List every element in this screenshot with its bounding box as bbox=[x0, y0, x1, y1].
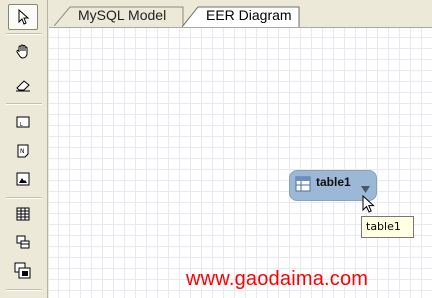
hand-icon bbox=[15, 43, 31, 59]
view-tool-button[interactable] bbox=[8, 229, 38, 255]
svg-text:N: N bbox=[20, 148, 25, 155]
watermark-text: www.gaodaima.com bbox=[186, 268, 369, 290]
table-icon bbox=[295, 176, 311, 196]
image-tool-button[interactable] bbox=[8, 166, 38, 192]
hand-tool-button[interactable] bbox=[8, 38, 38, 64]
tool-palette: L N bbox=[0, 0, 48, 298]
table-name: table1 bbox=[316, 175, 351, 189]
tab-label: EER Diagram bbox=[206, 7, 292, 23]
layer-tool-button[interactable]: L bbox=[8, 109, 38, 135]
toolbar-separator bbox=[6, 103, 42, 105]
mouse-cursor-icon bbox=[362, 194, 376, 219]
note-tool-button[interactable]: N bbox=[8, 138, 38, 164]
table-grid-icon bbox=[15, 206, 31, 222]
svg-text:L: L bbox=[20, 122, 23, 128]
note-icon: N bbox=[15, 143, 31, 159]
eraser-icon bbox=[15, 78, 31, 92]
tab-eer-diagram[interactable]: EER Diagram bbox=[182, 6, 300, 27]
view-icon bbox=[15, 234, 31, 250]
pointer-tool-button[interactable] bbox=[8, 4, 38, 30]
diagram-canvas[interactable] bbox=[49, 27, 432, 298]
tab-label: MySQL Model bbox=[78, 7, 167, 23]
toolbar-separator bbox=[6, 289, 42, 291]
tab-mysql-model[interactable]: MySQL Model bbox=[54, 6, 184, 26]
table-tooltip: table1 bbox=[361, 216, 414, 238]
table-tool-button[interactable] bbox=[8, 201, 38, 227]
pointer-icon bbox=[16, 9, 30, 25]
image-icon bbox=[15, 171, 31, 187]
toolbar-separator bbox=[6, 197, 42, 199]
routine-group-tool-button[interactable] bbox=[8, 258, 38, 284]
toolbar-separator bbox=[6, 33, 42, 35]
layer-icon: L bbox=[15, 114, 31, 130]
routine-group-icon bbox=[14, 262, 32, 280]
tab-strip: MySQL Model EER Diagram bbox=[48, 0, 432, 27]
eraser-tool-button[interactable] bbox=[8, 72, 38, 98]
